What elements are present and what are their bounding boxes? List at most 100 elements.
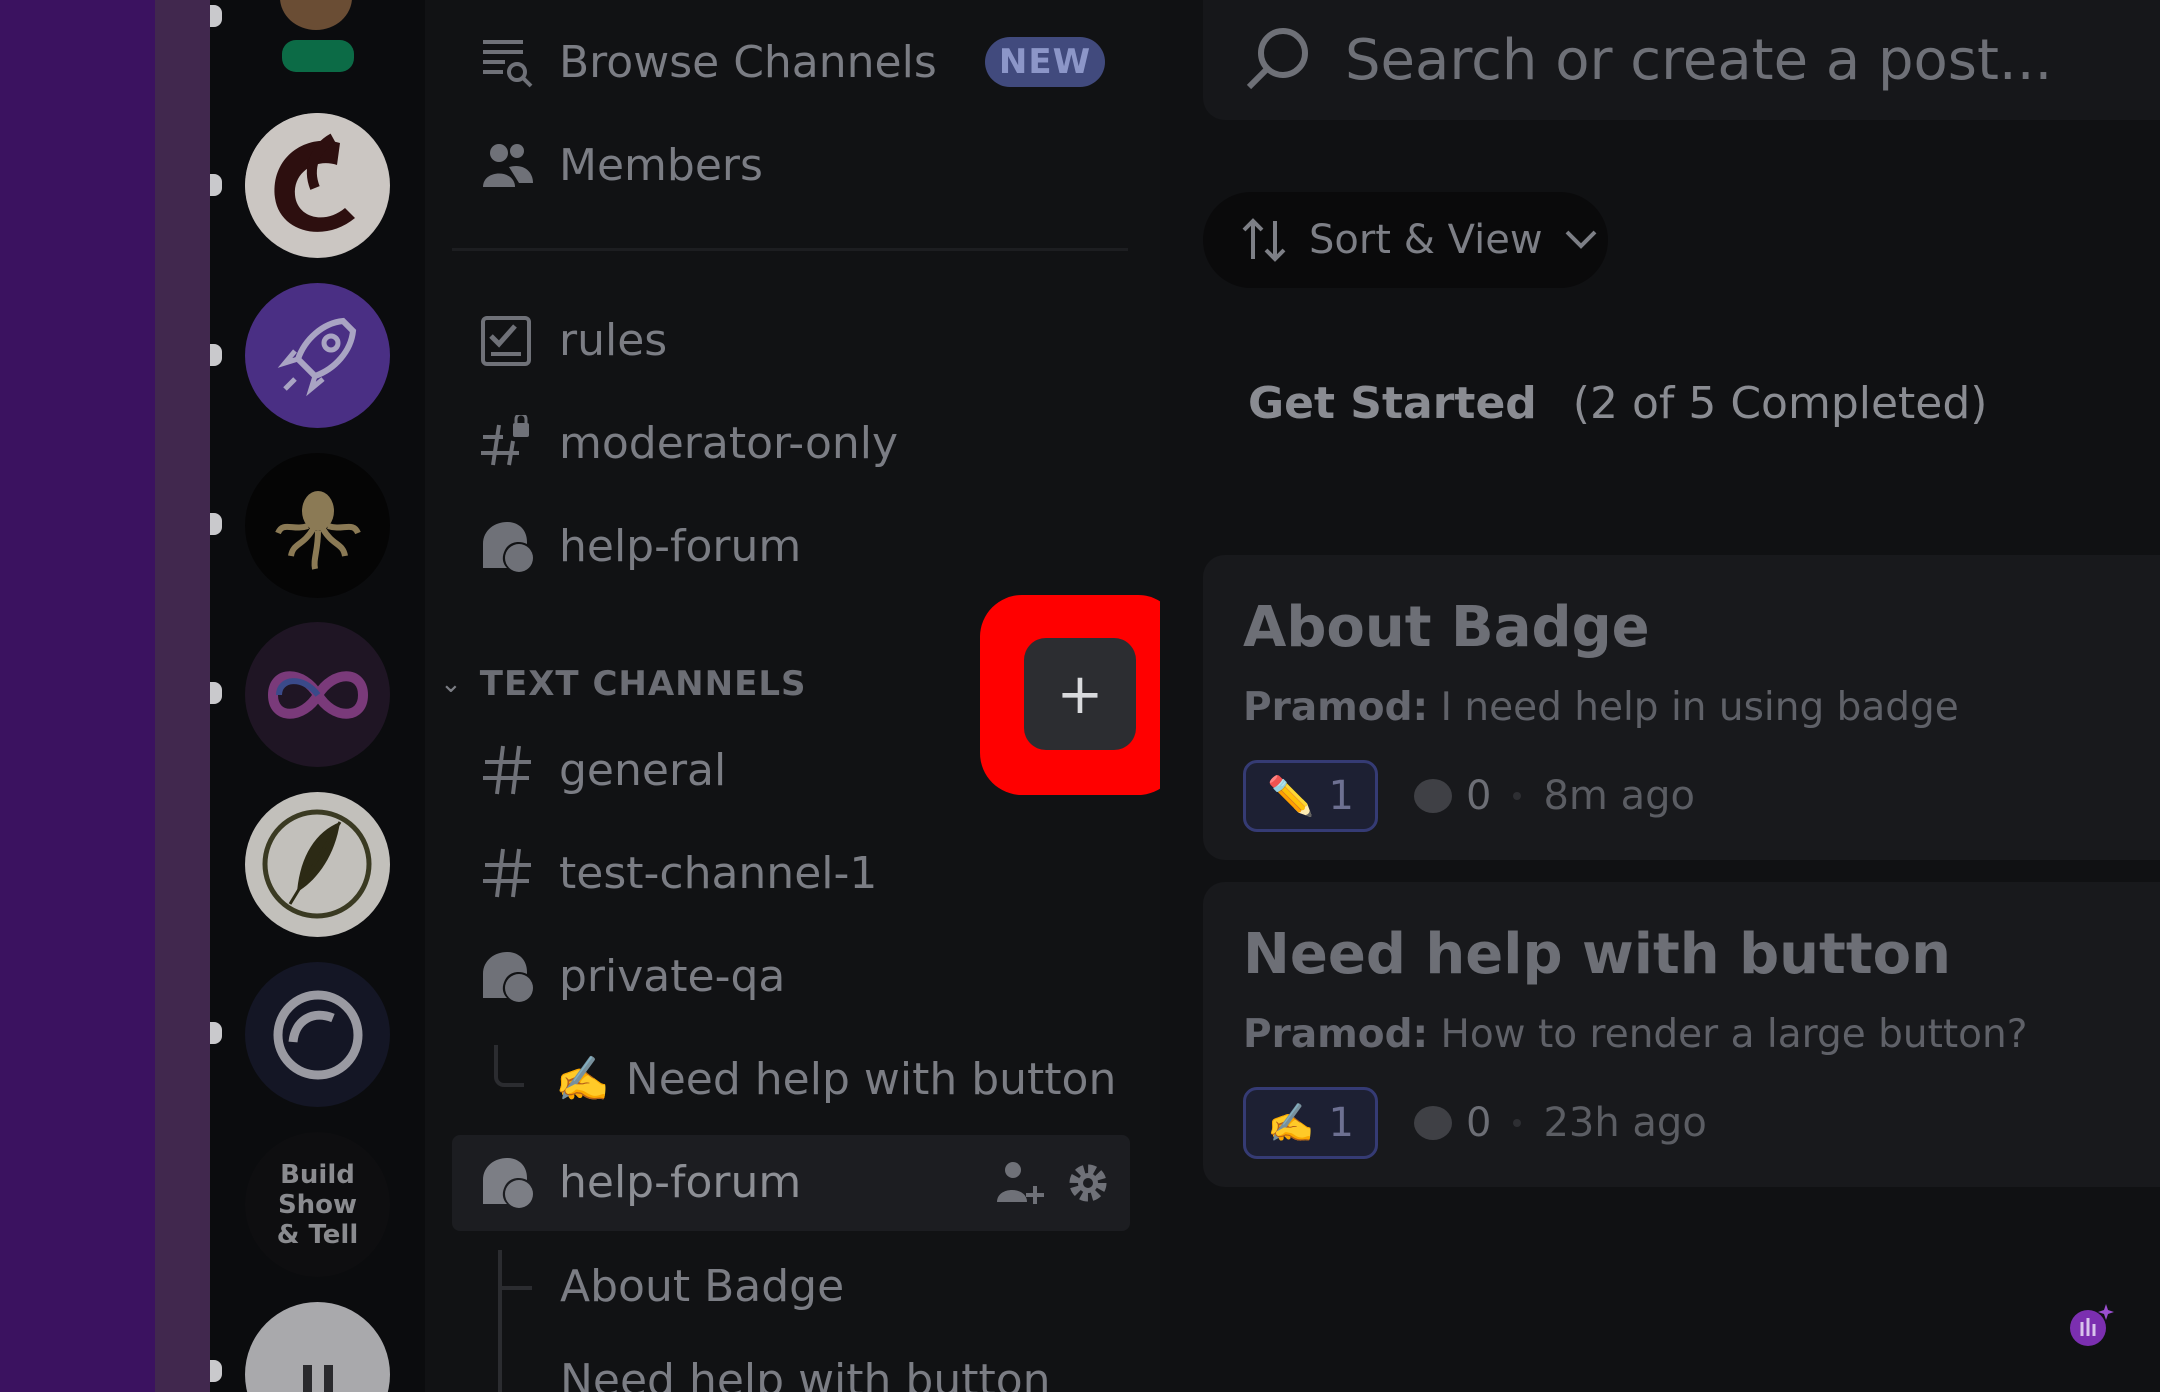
post-card[interactable]: About Badge Pramod: I need help in using… (1203, 555, 2160, 860)
members-icon (477, 135, 537, 195)
channel-item-moderator-only[interactable]: moderator-only (477, 403, 898, 483)
members-item[interactable]: Members (477, 125, 763, 205)
channel-label: test-channel-1 (559, 847, 878, 899)
gear-icon[interactable] (1063, 1158, 1113, 1208)
thread-item-need-help[interactable]: ✍️ Need help with button (555, 1039, 1116, 1119)
chevron-down-icon (1565, 230, 1596, 249)
activity-sparkle-icon[interactable] (2068, 1302, 2114, 1348)
post-author: Pramod: (1243, 1012, 1429, 1057)
add-member-icon[interactable] (995, 1158, 1045, 1208)
reaction-button[interactable]: ✏️ 1 (1243, 760, 1378, 832)
server-build-show-tell[interactable]: Build Show & Tell (245, 1132, 390, 1277)
locked-hash-icon (477, 413, 537, 473)
circle-logo-icon (273, 990, 362, 1079)
thread-connector (494, 1045, 524, 1087)
comment-count-value: 0 (1466, 773, 1492, 819)
server-rail: Build Show & Tell (210, 0, 425, 1392)
server-pip (210, 682, 222, 704)
post-title: Need help with button (1243, 922, 1951, 987)
sub-thread-label: Need help with button (560, 1354, 1051, 1392)
channel-label: private-qa (559, 950, 786, 1002)
channel-label: moderator-only (559, 417, 899, 469)
category-text-channels[interactable]: ⌄ TEXT CHANNELS (440, 660, 806, 708)
separator-dot (1513, 1119, 1522, 1127)
create-channel-button[interactable]: + (1024, 638, 1136, 750)
search-icon (1246, 28, 1308, 90)
channel-label: help-forum (559, 1156, 802, 1208)
channel-item-help-forum[interactable]: help-forum (477, 506, 801, 586)
reaction-emoji: ✍️ (1267, 1100, 1315, 1145)
server-pip (210, 1022, 222, 1044)
thread-label: Need help with button (625, 1053, 1117, 1105)
reaction-count: 1 (1328, 1100, 1354, 1146)
comment-count: 0 (1414, 773, 1491, 819)
server-rocket-icon[interactable] (245, 283, 390, 428)
background-window-edge-2 (155, 0, 210, 1392)
sort-arrows-icon (1242, 218, 1286, 262)
get-started-progress: (2 of 5 Completed) (1572, 378, 1988, 429)
forum-icon (477, 516, 537, 576)
sort-view-button[interactable]: Sort & View (1203, 192, 1608, 288)
category-label: TEXT CHANNELS (479, 664, 807, 704)
channel-item-help-forum-selected[interactable]: help-forum (477, 1142, 801, 1222)
feather-icon (262, 809, 372, 919)
get-started-title: Get Started (1248, 378, 1537, 429)
post-time: 23h ago (1543, 1100, 1707, 1146)
forum-icon (477, 946, 537, 1006)
members-label: Members (559, 139, 763, 191)
server-icon-partial[interactable] (280, 0, 352, 30)
server-c-logo-icon[interactable] (245, 113, 390, 258)
browse-channels-label: Browse Channels (559, 36, 937, 88)
post-title: About Badge (1243, 595, 1650, 660)
server-feather-icon[interactable] (245, 792, 390, 937)
background-window-edge (0, 0, 155, 1392)
comment-count: 0 (1414, 1100, 1491, 1146)
server-pause-icon[interactable] (245, 1302, 390, 1392)
infinity-icon (267, 670, 368, 719)
reaction-emoji: ✏️ (1267, 773, 1315, 818)
search-input[interactable] (1345, 27, 2105, 93)
channel-item-test-channel-1[interactable]: test-channel-1 (477, 833, 877, 913)
server-pip (210, 513, 222, 535)
post-card[interactable]: Need help with button Pramod: How to ren… (1203, 882, 2160, 1187)
octopus-icon (274, 490, 361, 570)
post-meta: ✏️ 1 0 8m ago (1243, 760, 1695, 832)
forum-icon (477, 1152, 537, 1212)
server-pip (210, 5, 222, 27)
channel-actions (995, 1158, 1113, 1208)
sub-thread-about-badge[interactable]: About Badge (560, 1246, 844, 1326)
channel-item-private-qa[interactable]: private-qa (477, 936, 785, 1016)
post-author: Pramod: (1243, 685, 1429, 730)
sub-thread-label: About Badge (560, 1260, 845, 1312)
chevron-down-icon: ⌄ (440, 669, 462, 699)
thread-connector (498, 1250, 532, 1290)
thread-connector (498, 1286, 532, 1290)
separator-dot (1513, 792, 1522, 800)
c-logo-icon (245, 113, 389, 257)
post-meta: ✍️ 1 0 23h ago (1243, 1087, 1707, 1159)
channel-label: general (559, 744, 727, 796)
server-name: Build Show & Tell (276, 1159, 359, 1250)
server-infinity-icon[interactable] (245, 622, 390, 767)
server-circle-logo-icon[interactable] (245, 962, 390, 1107)
get-started-header[interactable]: Get Started (2 of 5 Completed) (1248, 378, 1987, 429)
rocket-icon (277, 317, 356, 396)
post-preview-text: How to render a large button? (1428, 1012, 2028, 1057)
thread-connector (498, 1290, 502, 1392)
channel-item-rules[interactable]: rules (477, 300, 667, 380)
server-octopus-icon[interactable] (245, 453, 390, 598)
post-preview-text: I need help in using badge (1428, 685, 1959, 730)
pause-icon (302, 1364, 333, 1392)
browse-channels-icon (477, 32, 537, 92)
channel-item-general[interactable]: general (477, 730, 726, 810)
browse-channels-item[interactable]: Browse Channels (477, 22, 937, 102)
sidebar-divider (452, 248, 1128, 251)
forum-search-box[interactable] (1203, 0, 2160, 120)
reaction-count: 1 (1328, 773, 1354, 819)
sub-thread-need-help[interactable]: Need help with button (560, 1340, 1051, 1392)
reaction-button[interactable]: ✍️ 1 (1243, 1087, 1378, 1159)
server-pip (210, 344, 222, 366)
hash-icon (477, 843, 537, 903)
post-preview: Pramod: How to render a large button? (1243, 1012, 2027, 1057)
server-pip (210, 1360, 222, 1382)
